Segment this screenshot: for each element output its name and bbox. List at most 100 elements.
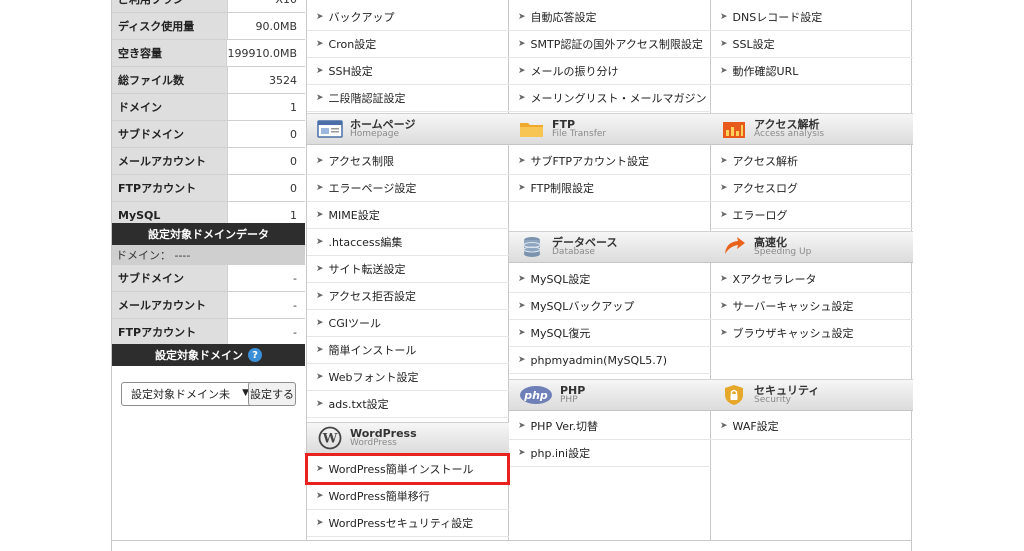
target-domain-select[interactable]: 設定対象ドメイン未 ▼ <box>121 382 255 406</box>
menu-item-label: アクセスログ <box>732 182 798 195</box>
menu-item-easy-install[interactable]: ➤ 簡単インストール <box>307 337 509 364</box>
menu-item-label: SSH設定 <box>328 65 373 78</box>
section-subtitle: PHP <box>560 395 578 406</box>
section-subtitle: Speeding Up <box>754 247 812 258</box>
target-domain-select-value: 設定対象ドメイン未 <box>131 388 230 401</box>
menu-item-cgi-tools[interactable]: ➤ CGIツール <box>307 310 509 337</box>
analytics-icon <box>721 118 747 140</box>
section-header-speeding-up: 高速化 Speeding Up <box>711 231 913 263</box>
menu-item-ssl[interactable]: ➤ SSL設定 <box>711 31 913 58</box>
menu-item-cron[interactable]: ➤ Cron設定 <box>307 31 509 58</box>
chevron-right-icon: ➤ <box>316 318 324 328</box>
menu-item-server-cache[interactable]: ➤ サーバーキャッシュ設定 <box>711 293 913 320</box>
database-icon <box>519 236 545 258</box>
menu-item-auto-reply[interactable]: ➤ 自動応答設定 <box>509 4 711 31</box>
stat-value: - <box>227 265 305 291</box>
chevron-right-icon: ➤ <box>720 156 728 166</box>
folder-icon <box>519 118 545 140</box>
menu-item-ftp-restriction[interactable]: ➤ FTP制限設定 <box>509 175 711 202</box>
chevron-right-icon: ➤ <box>518 156 526 166</box>
menu-item-mail-filter[interactable]: ➤ メールの振り分け <box>509 58 711 85</box>
menu-item-wordpress-migration[interactable]: ➤ WordPress簡単移行 <box>307 483 509 510</box>
menu-item-label: phpmyadmin(MySQL5.7) <box>530 353 668 367</box>
chevron-right-icon: ➤ <box>720 274 728 284</box>
chevron-right-icon: ➤ <box>518 355 526 365</box>
menu-item-waf[interactable]: ➤ WAF設定 <box>711 413 913 440</box>
stat-value: 90.0MB <box>227 13 305 39</box>
chevron-right-icon: ➤ <box>518 39 526 49</box>
menu-item-access-deny[interactable]: ➤ アクセス拒否設定 <box>307 283 509 310</box>
menu-item-php-ini[interactable]: ➤ php.ini設定 <box>509 440 711 467</box>
menu-item-access-analysis[interactable]: ➤ アクセス解析 <box>711 148 913 175</box>
menu-item-label: DNSレコード設定 <box>732 11 823 24</box>
section-header-ftp: FTP File Transfer <box>509 113 711 145</box>
menu-item-label: サブFTPアカウント設定 <box>530 155 650 168</box>
stat-row-mail-account: メールアカウント 0 <box>112 148 305 175</box>
menu-item-2fa[interactable]: ➤ 二段階認証設定 <box>307 85 509 112</box>
menu-item-label: .htaccess編集 <box>328 236 403 249</box>
menu-item-dns-record[interactable]: ➤ DNSレコード設定 <box>711 4 913 31</box>
section-subtitle: Database <box>552 247 595 258</box>
menu-item-sub-ftp[interactable]: ➤ サブFTPアカウント設定 <box>509 148 711 175</box>
help-icon[interactable]: ? <box>248 348 262 362</box>
stat-label: メールアカウント <box>112 148 227 174</box>
menu-item-htaccess[interactable]: ➤ .htaccess編集 <box>307 229 509 256</box>
stat-label: メールアカウント <box>112 292 227 318</box>
menu-item-site-redirect[interactable]: ➤ サイト転送設定 <box>307 256 509 283</box>
menu-item-browser-cache[interactable]: ➤ ブラウザキャッシュ設定 <box>711 320 913 347</box>
menu-item-wordpress-security[interactable]: ➤ WordPressセキュリティ設定 <box>307 510 509 537</box>
menu-item-backup[interactable]: ➤ バックアップ <box>307 4 509 31</box>
menu-item-label: php.ini設定 <box>530 447 591 460</box>
stat-label: FTPアカウント <box>112 175 227 201</box>
chevron-right-icon: ➤ <box>316 291 324 301</box>
target-domain-line: ドメイン： ---- <box>112 245 305 265</box>
menu-item-mailing-list[interactable]: ➤ メーリングリスト・メールマガジン <box>509 85 711 112</box>
stat-row-total-files: 総ファイル数 3524 <box>112 67 305 94</box>
menu-item-access-restriction[interactable]: ➤ アクセス制限 <box>307 148 509 175</box>
menu-item-ads-txt[interactable]: ➤ ads.txt設定 <box>307 391 509 418</box>
stat-label: ご利用プラン <box>112 0 227 12</box>
menu-item-access-log[interactable]: ➤ アクセスログ <box>711 175 913 202</box>
stat-label: サブドメイン <box>112 121 227 147</box>
menu-item-label: SSL設定 <box>732 38 775 51</box>
menu-item-mysql-settings[interactable]: ➤ MySQL設定 <box>509 266 711 293</box>
menu-item-label: WordPressセキュリティ設定 <box>328 517 474 530</box>
stat-value: 0 <box>227 148 305 174</box>
menu-item-ssh[interactable]: ➤ SSH設定 <box>307 58 509 85</box>
menu-item-label: MySQL復元 <box>530 327 591 340</box>
chevron-right-icon: ➤ <box>518 448 526 458</box>
chevron-right-icon: ➤ <box>316 264 324 274</box>
menu-item-label: エラーページ設定 <box>328 182 417 195</box>
menu-item-label: PHP Ver.切替 <box>530 420 599 433</box>
chevron-right-icon: ➤ <box>316 39 324 49</box>
chevron-right-icon: ➤ <box>518 274 526 284</box>
stat-label: FTPアカウント <box>112 319 227 345</box>
stat-row-subdomain: サブドメイン 0 <box>112 121 305 148</box>
menu-item-phpmyadmin[interactable]: ➤ phpmyadmin(MySQL5.7) <box>509 347 711 374</box>
menu-item-php-version[interactable]: ➤ PHP Ver.切替 <box>509 413 711 440</box>
menu-item-mime[interactable]: ➤ MIME設定 <box>307 202 509 229</box>
menu-item-error-log[interactable]: ➤ エラーログ <box>711 202 913 229</box>
set-domain-button[interactable]: 設定する <box>248 382 296 406</box>
menu-item-mysql-restore[interactable]: ➤ MySQL復元 <box>509 320 711 347</box>
menu-item-web-font[interactable]: ➤ Webフォント設定 <box>307 364 509 391</box>
target-domain-header: 設定対象ドメイン ? <box>112 344 305 366</box>
menu-item-mysql-backup[interactable]: ➤ MySQLバックアップ <box>509 293 711 320</box>
highlight-box <box>305 453 510 485</box>
menu-column-2: ➤ 自動応答設定 ➤ SMTP認証の国外アクセス制限設定 ➤ メールの振り分け ➤ メー… <box>509 0 711 540</box>
sidebar: ご利用プラン X10 ディスク使用量 90.0MB 空き容量 199910.0M… <box>112 0 305 540</box>
menu-item-smtp-restriction[interactable]: ➤ SMTP認証の国外アクセス制限設定 <box>509 31 711 58</box>
menu-item-error-page[interactable]: ➤ エラーページ設定 <box>307 175 509 202</box>
chevron-right-icon: ➤ <box>316 518 324 528</box>
menu-item-label: バックアップ <box>328 11 395 24</box>
chevron-right-icon: ➤ <box>518 12 526 22</box>
menu-item-test-url[interactable]: ➤ 動作確認URL <box>711 58 913 85</box>
menu-item-x-accelerator[interactable]: ➤ Xアクセラレータ <box>711 266 913 293</box>
chevron-right-icon: ➤ <box>316 237 324 247</box>
section-header-security: セキュリティ Security <box>711 379 913 411</box>
menu-item-label: 簡単インストール <box>328 344 417 357</box>
chevron-right-icon: ➤ <box>720 39 728 49</box>
section-header-wordpress: W WordPress WordPress <box>307 422 509 454</box>
chevron-right-icon: ➤ <box>720 210 728 220</box>
menu-item-label: エラーログ <box>732 209 788 222</box>
